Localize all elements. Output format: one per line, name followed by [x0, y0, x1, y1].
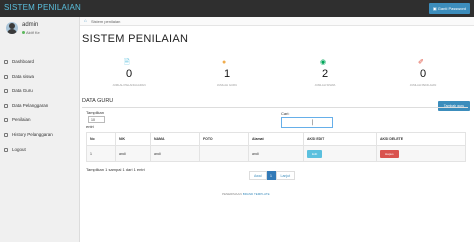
- search-label: Cari:: [281, 111, 290, 116]
- footer-link[interactable]: BRAND TEMPLATE: [243, 192, 270, 196]
- text-cursor-icon: ∣: [311, 120, 314, 126]
- sidebar-menu: Dashboard Data siswa Data Guru Data Pela…: [0, 55, 79, 157]
- stat-value: 0: [125, 68, 133, 80]
- stat-label: JUMLAH SISWA: [314, 83, 336, 87]
- col-header-edit[interactable]: AKSI EDIT: [303, 132, 377, 146]
- sidebar-item-label: Data Pelanggaran: [12, 102, 49, 108]
- table-header-row: No NIK NAMA FOTO Alamat AKSI EDIT AKSI D…: [86, 132, 466, 146]
- stat-label: JUMLAH PENILAIAN: [409, 83, 437, 87]
- sidebar-item-logout[interactable]: Logout: [0, 143, 79, 158]
- footer: PENERIMAAN BRAND TEMPLATE: [222, 192, 270, 196]
- edit-button[interactable]: Edit: [307, 149, 323, 158]
- logout-icon: [4, 147, 8, 152]
- users-icon: ◉: [320, 59, 327, 66]
- col-header-foto[interactable]: FOTO: [199, 132, 249, 146]
- stat-value: 0: [419, 68, 427, 80]
- delete-button[interactable]: Hapus: [380, 149, 399, 158]
- page-title: SISTEM PENILAIAN: [82, 33, 189, 45]
- col-header-delete[interactable]: AKSI DELETE: [376, 132, 466, 146]
- col-header-no[interactable]: No: [86, 132, 116, 146]
- cell-edit: Edit: [303, 145, 377, 162]
- pagination-next[interactable]: Lanjut: [275, 171, 296, 180]
- stat-card-penilaian: ✐ 0 JUMLAH PENILAIAN: [376, 52, 470, 89]
- lock-icon: ▣: [432, 6, 437, 11]
- change-password-label: Ganti Password: [437, 6, 466, 11]
- pen-icon: ✐: [418, 59, 424, 66]
- breadcrumb: ⌂ Sistem penilaian: [80, 17, 474, 26]
- sidebar-item-data-pelanggaran[interactable]: Data Pelanggaran: [0, 99, 79, 114]
- teacher-table: No NIK NAMA FOTO Alamat AKSI EDIT AKSI D…: [86, 132, 466, 162]
- section-title: DATA GURU: [82, 98, 114, 104]
- teacher-icon: [4, 89, 8, 94]
- stat-value: 1: [223, 68, 231, 80]
- change-password-button[interactable]: ▣ Ganti Password: [428, 3, 470, 14]
- col-header-nama[interactable]: NAMA: [150, 132, 200, 146]
- sidebar-item-history[interactable]: History Pelanggaran: [0, 128, 79, 143]
- table-row: 1 andi andi andi Edit Hapus: [86, 145, 466, 162]
- stat-card-siswa: ◉ 2 JUMLAH SISWA: [278, 52, 372, 89]
- user-name: admin: [22, 22, 39, 28]
- col-header-alamat[interactable]: Alamat: [248, 132, 304, 146]
- cell-delete: Hapus: [376, 145, 466, 162]
- breadcrumb-current: Sistem penilaian: [91, 18, 121, 24]
- top-navbar: SISTEM PENILAIAN ▣ Ganti Password: [0, 0, 474, 17]
- user-status: Aktif Ke: [22, 30, 40, 35]
- assessment-icon: [4, 118, 8, 123]
- entries-select[interactable]: 10: [88, 116, 105, 123]
- pagination: Awal 1 Lanjut: [249, 171, 296, 180]
- entries-select-value: 10: [91, 118, 95, 122]
- search-input[interactable]: [281, 117, 333, 128]
- stat-value: 2: [321, 68, 329, 80]
- footer-text: PENERIMAAN: [222, 192, 242, 196]
- cell-foto: [199, 145, 249, 162]
- dashboard-icon: [4, 60, 8, 64]
- divider: [82, 107, 468, 108]
- sidebar-item-label: History Pelanggaran: [12, 131, 53, 137]
- sidebar-item-data-siswa[interactable]: Data siswa: [0, 70, 79, 85]
- sidebar-item-label: Data Guru: [12, 88, 33, 94]
- history-icon: [4, 132, 8, 137]
- pagination-prev[interactable]: Awal: [249, 171, 267, 180]
- students-icon: [4, 74, 8, 79]
- sidebar-item-dashboard[interactable]: Dashboard: [0, 55, 79, 70]
- stat-card-guru: ● 1 JUMLAH GURU: [180, 52, 274, 89]
- sidebar-item-label: Penilaian: [12, 117, 31, 123]
- avatar: [6, 22, 18, 34]
- sidebar-item-label: Logout: [12, 146, 26, 152]
- stat-label: JUMLAH PELANGGARAN: [112, 83, 146, 87]
- home-icon[interactable]: ⌂: [84, 18, 87, 23]
- show-entries-label: Tampilkan: [86, 110, 105, 115]
- document-icon: 🗎: [124, 59, 130, 66]
- sidebar-item-label: Dashboard: [12, 59, 35, 64]
- pagination-page-current[interactable]: 1: [266, 171, 276, 180]
- col-header-nik[interactable]: NIK: [115, 132, 151, 146]
- add-teacher-button[interactable]: Tambah guru: [438, 101, 470, 111]
- sidebar-item-label: Data siswa: [12, 73, 35, 79]
- violation-icon: [4, 103, 8, 108]
- stat-label: JUMLAH GURU: [216, 83, 238, 87]
- entries-suffix-label: entri: [86, 124, 94, 129]
- app-title[interactable]: SISTEM PENILAIAN: [4, 3, 81, 12]
- sidebar-item-penilaian[interactable]: Penilaian: [0, 113, 79, 128]
- stat-card-pelanggaran: 🗎 0 JUMLAH PELANGGARAN: [82, 52, 176, 89]
- cell-alamat: andi: [248, 145, 304, 162]
- cell-no: 1: [86, 145, 116, 162]
- table-info: Tampilkan 1 sampai 1 dari 1 entri: [86, 167, 145, 172]
- cell-nama: andi: [150, 145, 200, 162]
- cell-nik: andi: [115, 145, 151, 162]
- user-icon: ●: [222, 59, 227, 66]
- online-dot-icon: [22, 31, 25, 35]
- sidebar-item-data-guru[interactable]: Data Guru: [0, 84, 79, 99]
- sidebar: admin Aktif Ke Dashboard Data siswa Data…: [0, 17, 80, 242]
